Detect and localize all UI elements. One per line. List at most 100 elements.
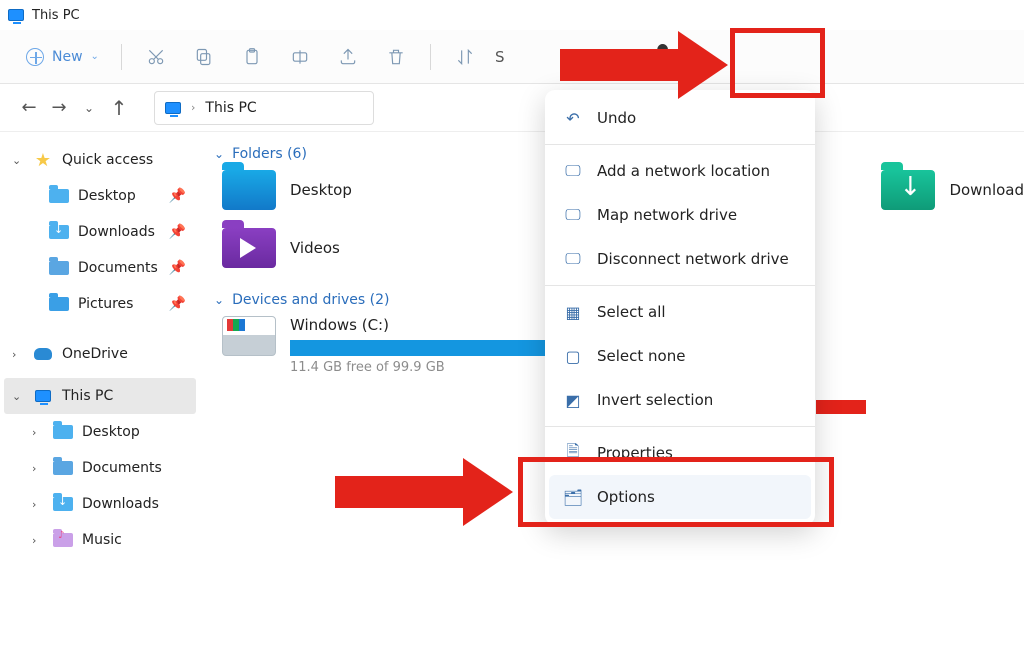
address-bar[interactable]: › This PC: [154, 91, 374, 125]
menu-item-disconnect-network-drive[interactable]: 🖵 Disconnect network drive: [545, 237, 815, 281]
label: Desktop: [78, 188, 136, 204]
sort-button[interactable]: [443, 39, 487, 75]
menu-item-undo[interactable]: ↶ Undo: [545, 96, 815, 140]
select-none-icon: ▢: [563, 346, 583, 366]
sidebar-item-downloads[interactable]: Downloads 📌: [4, 214, 196, 250]
see-more-menu: ↶ Undo 🖵 Add a network location 🖵 Map ne…: [545, 90, 815, 525]
onedrive-icon: [34, 348, 52, 360]
monitor-plus-icon: 🖵: [563, 161, 583, 181]
copy-button[interactable]: [182, 39, 226, 75]
up-button[interactable]: ↑: [104, 96, 134, 120]
chevron-right-icon: ›: [191, 101, 195, 114]
disconnect-drive-icon: 🖵: [563, 249, 583, 269]
new-button[interactable]: New ⌄: [16, 42, 109, 72]
chevron-down-icon: [12, 154, 24, 167]
chevron-right-icon: [32, 498, 44, 511]
window-title: This PC: [32, 8, 80, 23]
desktop-folder-icon: [222, 170, 276, 210]
label: Videos: [290, 239, 340, 257]
label: Downloads: [82, 496, 159, 512]
label: Desktop: [82, 424, 140, 440]
menu-separator: [545, 144, 815, 145]
label: Disconnect network drive: [597, 250, 789, 268]
star-icon: ★: [32, 149, 54, 171]
menu-item-invert-selection[interactable]: ◩ Invert selection: [545, 378, 815, 422]
sort-label: S: [491, 39, 509, 75]
rename-button[interactable]: [278, 39, 322, 75]
sidebar-item-desktop[interactable]: Desktop 📌: [4, 178, 196, 214]
menu-item-properties[interactable]: 🗎 Properties: [545, 431, 815, 475]
sidebar-item-pc-desktop[interactable]: Desktop: [4, 414, 196, 450]
forward-button[interactable]: →: [44, 97, 74, 118]
paste-button[interactable]: [230, 39, 274, 75]
sidebar-onedrive[interactable]: OneDrive: [4, 336, 196, 372]
breadcrumb-location: This PC: [205, 100, 256, 116]
label: Add a network location: [597, 162, 770, 180]
label: OneDrive: [62, 346, 128, 362]
ellipsis-icon: ● ● ●: [656, 41, 700, 73]
label: Select all: [597, 303, 666, 321]
label: Devices and drives (2): [232, 292, 389, 308]
downloads-folder-icon: [881, 170, 935, 210]
delete-button[interactable]: [374, 39, 418, 75]
drive-icon: [222, 316, 276, 356]
menu-item-options[interactable]: 🗂 Options: [549, 475, 811, 519]
recent-locations-button[interactable]: ⌄: [74, 101, 104, 115]
select-all-icon: ▦: [563, 302, 583, 322]
plus-circle-icon: [26, 48, 44, 66]
toolbar: New ⌄ S ● ● ●: [0, 30, 1024, 84]
downloads-folder-icon: [49, 225, 69, 239]
titlebar: This PC: [0, 0, 1024, 30]
label: Music: [82, 532, 122, 548]
navigation-pane: ★ Quick access Desktop 📌 Downloads 📌 Doc…: [0, 132, 200, 649]
label: Documents: [78, 260, 158, 276]
folder-item-desktop[interactable]: Desktop: [222, 170, 442, 210]
menu-item-add-network-location[interactable]: 🖵 Add a network location: [545, 149, 815, 193]
label: Download: [949, 181, 1024, 199]
label: Select none: [597, 347, 685, 365]
menu-separator: [545, 426, 815, 427]
share-button[interactable]: [326, 39, 370, 75]
menu-item-map-network-drive[interactable]: 🖵 Map network drive: [545, 193, 815, 237]
chevron-down-icon: ⌄: [91, 51, 99, 62]
sidebar-this-pc[interactable]: This PC: [4, 378, 196, 414]
chevron-down-icon: [12, 390, 24, 403]
options-icon: 🗂: [563, 487, 583, 507]
downloads-folder-icon: [53, 497, 73, 511]
invert-selection-icon: ◩: [563, 390, 583, 410]
label: Properties: [597, 444, 673, 462]
this-pc-icon: [165, 102, 181, 114]
label: Downloads: [78, 224, 155, 240]
menu-item-select-all[interactable]: ▦ Select all: [545, 290, 815, 334]
sidebar-item-pc-music[interactable]: Music: [4, 522, 196, 558]
navbar: ← → ⌄ ↑ › This PC: [0, 84, 1024, 132]
pin-icon: 📌: [169, 224, 186, 240]
desktop-folder-icon: [53, 425, 73, 439]
sidebar-item-documents[interactable]: Documents 📌: [4, 250, 196, 286]
label: Documents: [82, 460, 162, 476]
chevron-right-icon: [12, 348, 24, 361]
divider: [430, 44, 431, 70]
see-more-button[interactable]: ● ● ●: [656, 39, 700, 75]
map-drive-icon: 🖵: [563, 205, 583, 225]
menu-separator: [545, 285, 815, 286]
sidebar-item-pc-documents[interactable]: Documents: [4, 450, 196, 486]
label: Folders (6): [232, 146, 307, 162]
cut-button[interactable]: [134, 39, 178, 75]
chevron-right-icon: [32, 426, 44, 439]
label: Undo: [597, 109, 636, 127]
sidebar-quick-access[interactable]: ★ Quick access: [4, 142, 196, 178]
this-pc-icon: [35, 390, 51, 402]
sidebar-item-pc-downloads[interactable]: Downloads: [4, 486, 196, 522]
sidebar-item-pictures[interactable]: Pictures 📌: [4, 286, 196, 322]
back-button[interactable]: ←: [14, 97, 44, 118]
menu-item-select-none[interactable]: ▢ Select none: [545, 334, 815, 378]
music-folder-icon: [53, 533, 73, 547]
folder-item-downloads[interactable]: Download: [881, 170, 1024, 210]
label: Desktop: [290, 181, 352, 199]
label: This PC: [62, 388, 113, 404]
documents-folder-icon: [49, 261, 69, 275]
divider: [121, 44, 122, 70]
label: Invert selection: [597, 391, 713, 409]
pin-icon: 📌: [169, 296, 186, 312]
